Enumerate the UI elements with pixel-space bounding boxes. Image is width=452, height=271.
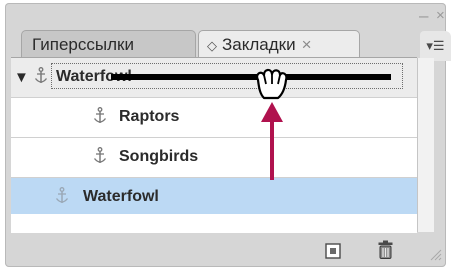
anchor-icon <box>93 107 107 125</box>
disclosure-triangle-icon[interactable]: ▼ <box>14 69 29 86</box>
bookmark-row[interactable]: Songbirds <box>11 138 417 178</box>
trash-icon[interactable] <box>378 240 393 259</box>
tab-label: Гиперссылки <box>32 35 134 54</box>
diamond-icon: ◇ <box>207 38 217 53</box>
bookmark-row[interactable]: Raptors <box>11 98 417 138</box>
tab-hyperlinks[interactable]: Гиперссылки <box>21 30 196 60</box>
anchor-icon <box>55 187 69 205</box>
bookmark-row-selected[interactable]: Waterfowl <box>11 178 417 214</box>
anchor-icon <box>34 67 48 85</box>
bookmark-label: Waterfowl <box>83 188 159 205</box>
close-panel-button[interactable]: × <box>436 7 445 24</box>
bookmark-list[interactable]: ▼ Waterfowl Raptors Songbirds Waterfowl <box>11 57 417 233</box>
panel-menu-button[interactable]: ▾☰ <box>420 31 451 61</box>
tab-bookmarks[interactable]: ◇ Закладки × <box>198 30 360 60</box>
new-bookmark-icon[interactable] <box>325 243 341 259</box>
bookmark-label: Songbirds <box>119 148 199 165</box>
resize-grip-icon[interactable] <box>430 249 442 261</box>
scrollbar[interactable] <box>417 58 434 232</box>
minimize-button[interactable]: – <box>419 7 428 24</box>
panel-footer <box>5 232 446 267</box>
bookmark-label: Raptors <box>119 108 180 125</box>
anchor-icon <box>93 147 107 165</box>
up-arrow-icon <box>261 102 283 180</box>
panel-menu-icon: ▾☰ <box>426 38 445 53</box>
bookmark-row[interactable]: ▼ Waterfowl <box>11 58 417 98</box>
tab-label: Закладки <box>222 35 296 54</box>
tab-close-icon[interactable]: × <box>302 35 312 54</box>
